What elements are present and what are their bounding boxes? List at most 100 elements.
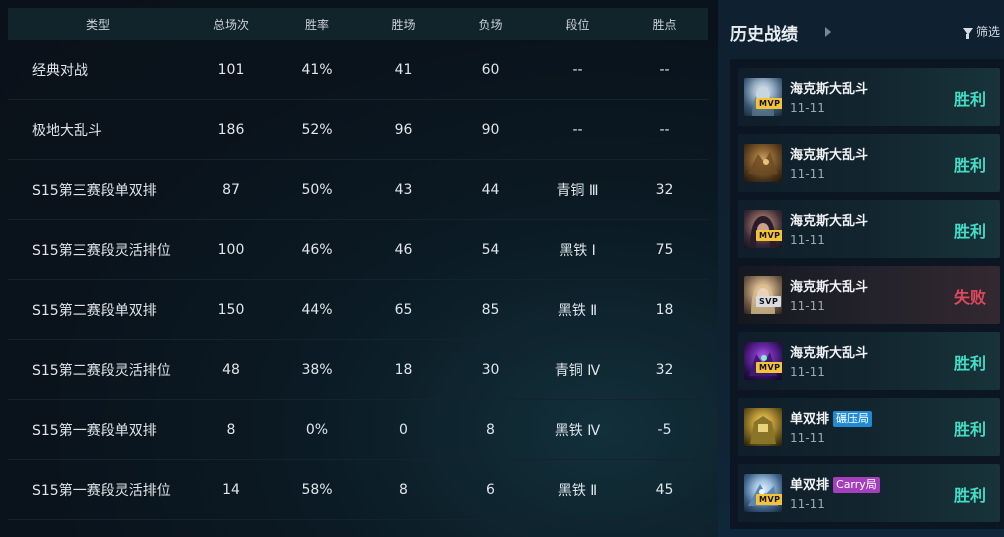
cell-rank: 黑铁 Ⅱ	[557, 482, 598, 499]
champion-portrait-void-icon: MVP	[744, 342, 782, 380]
cell-type: 经典对战	[32, 62, 88, 79]
cell-wins: 96	[394, 121, 413, 138]
cell-points: 18	[655, 301, 674, 318]
match-result: 胜利	[953, 486, 986, 505]
header-type: 类型	[85, 17, 110, 32]
mvp-badge: MVP	[756, 98, 782, 109]
table-row: S15第三赛段灵活排位 100 46% 46 54 黑铁 Ⅰ 75	[8, 220, 708, 280]
champion-portrait-golden-icon	[744, 408, 782, 446]
table-row: 极地大乱斗 186 52% 96 90 -- --	[8, 100, 708, 160]
match-list: MVP 海克斯大乱斗 11-11 胜利 海克斯大乱斗 11-11 胜利 MVP	[730, 59, 1004, 529]
match-card[interactable]: MVP 海克斯大乱斗 11-11 胜利	[738, 332, 1000, 390]
table-row: 经典对战 101 41% 41 60 -- --	[8, 40, 708, 100]
match-card[interactable]: MVP 单双排 Carry局 11-11 胜利	[738, 464, 1000, 522]
match-card[interactable]: MVP 海克斯大乱斗 11-11 胜利	[738, 200, 1000, 258]
match-card[interactable]: SVP 海克斯大乱斗 11-11 失败	[738, 266, 1000, 324]
cell-rank: 黑铁 Ⅰ	[559, 242, 596, 259]
header-points: 胜点	[652, 17, 677, 32]
cell-rank: 青铜 Ⅳ	[554, 362, 601, 379]
match-date: 11-11	[790, 497, 825, 511]
cell-type: S15第一赛段灵活排位	[32, 482, 171, 499]
match-card[interactable]: MVP 海克斯大乱斗 11-11 胜利	[738, 68, 1000, 126]
cell-rate: 41%	[301, 61, 333, 78]
match-mode: 海克斯大乱斗	[790, 214, 869, 229]
cell-points: 45	[655, 481, 674, 498]
table-row: S15第一赛段单双排 8 0% 0 8 黑铁 Ⅳ -5	[8, 400, 708, 460]
match-date: 11-11	[790, 299, 825, 313]
header-total: 总场次	[212, 17, 249, 32]
cell-rate: 44%	[301, 301, 333, 318]
match-mode: 海克斯大乱斗	[790, 148, 869, 163]
match-history-header: 历史战绩 筛选	[730, 20, 1000, 45]
cell-points: 75	[655, 241, 674, 258]
match-card[interactable]: 单双排 碾压局 11-11 胜利	[738, 398, 1000, 456]
match-card[interactable]: 海克斯大乱斗 11-11 胜利	[738, 134, 1000, 192]
cell-rate: 52%	[301, 121, 333, 138]
cell-type: S15第三赛段单双排	[32, 182, 157, 199]
cell-rank: --	[572, 121, 583, 138]
carry-tag: Carry局	[833, 477, 880, 493]
match-mode-label: 单双排	[790, 412, 830, 427]
cell-rate: 46%	[301, 241, 333, 258]
cell-losses: 60	[481, 61, 500, 78]
table-row: S15第一赛段灵活排位 14 58% 8 6 黑铁 Ⅱ 45	[8, 460, 708, 520]
cell-points: 32	[655, 361, 674, 378]
cell-type: S15第三赛段灵活排位	[32, 242, 171, 259]
cell-rank: 青铜 Ⅲ	[556, 182, 599, 199]
cell-losses: 85	[481, 301, 500, 318]
cell-type: 极地大乱斗	[32, 122, 102, 139]
champion-portrait-beast-icon	[744, 144, 782, 182]
match-result: 胜利	[953, 420, 986, 439]
match-date: 11-11	[790, 233, 825, 247]
match-date: 11-11	[790, 431, 825, 445]
cell-total: 14	[222, 481, 240, 498]
cell-rate: 58%	[301, 481, 333, 498]
cell-type: S15第二赛段单双排	[32, 302, 157, 319]
header-wins: 胜场	[391, 17, 416, 32]
filter-icon	[962, 28, 973, 39]
cell-total: 8	[226, 421, 236, 438]
chevron-right-icon[interactable]	[825, 27, 831, 37]
cell-wins: 46	[394, 241, 413, 258]
cell-rank: --	[572, 61, 583, 78]
ranked-stats-table: 类型 总场次 胜率 胜场 负场 段位 胜点 经典对战 101 41% 41 60…	[8, 8, 708, 537]
match-mode: 海克斯大乱斗	[790, 346, 869, 361]
champion-portrait-ice-icon: MVP	[744, 474, 782, 512]
table-row: S15第二赛段单双排 150 44% 65 85 黑铁 Ⅱ 18	[8, 280, 708, 340]
cell-rank: 黑铁 Ⅳ	[554, 422, 601, 439]
cell-points: 32	[655, 181, 674, 198]
match-mode: 海克斯大乱斗	[790, 280, 869, 295]
cell-wins: 41	[394, 61, 413, 78]
cell-points: --	[659, 121, 670, 138]
champion-portrait-white-haired-icon: MVP	[744, 78, 782, 116]
cell-wins: 18	[394, 361, 413, 378]
cell-points: -5	[657, 421, 672, 438]
match-mode-label: 单双排	[790, 478, 830, 493]
match-history-title[interactable]: 历史战绩	[730, 20, 798, 45]
filter-label: 筛选	[975, 25, 1000, 39]
mvp-badge: MVP	[756, 230, 782, 241]
cell-losses: 54	[481, 241, 500, 258]
cell-losses: 8	[486, 421, 495, 438]
cell-type: S15第二赛段灵活排位	[32, 362, 171, 379]
match-result: 失败	[953, 288, 986, 307]
filter-button[interactable]: 筛选	[962, 23, 1000, 40]
match-result: 胜利	[953, 90, 986, 109]
table-row: S15第三赛段单双排 87 50% 43 44 青铜 Ⅲ 32	[8, 160, 708, 220]
champion-portrait-dark-haired-icon: MVP	[744, 210, 782, 248]
cell-total: 150	[217, 301, 245, 318]
cell-wins: 43	[394, 181, 413, 198]
cell-losses: 6	[486, 481, 495, 498]
mvp-badge: MVP	[756, 362, 782, 373]
cell-total: 101	[217, 61, 245, 78]
cell-rate: 38%	[301, 361, 333, 378]
match-history-panel: 历史战绩 筛选 MVP 海克斯大乱斗 11-11 胜利 海克斯大乱斗 11-11…	[718, 0, 1004, 537]
cell-total: 186	[217, 121, 245, 138]
header-rank: 段位	[565, 17, 590, 32]
cell-losses: 44	[481, 181, 500, 198]
cell-rank: 黑铁 Ⅱ	[557, 302, 598, 319]
header-rate: 胜率	[304, 17, 329, 32]
match-result: 胜利	[953, 354, 986, 373]
match-date: 11-11	[790, 167, 825, 181]
cell-rate: 0%	[305, 421, 329, 438]
